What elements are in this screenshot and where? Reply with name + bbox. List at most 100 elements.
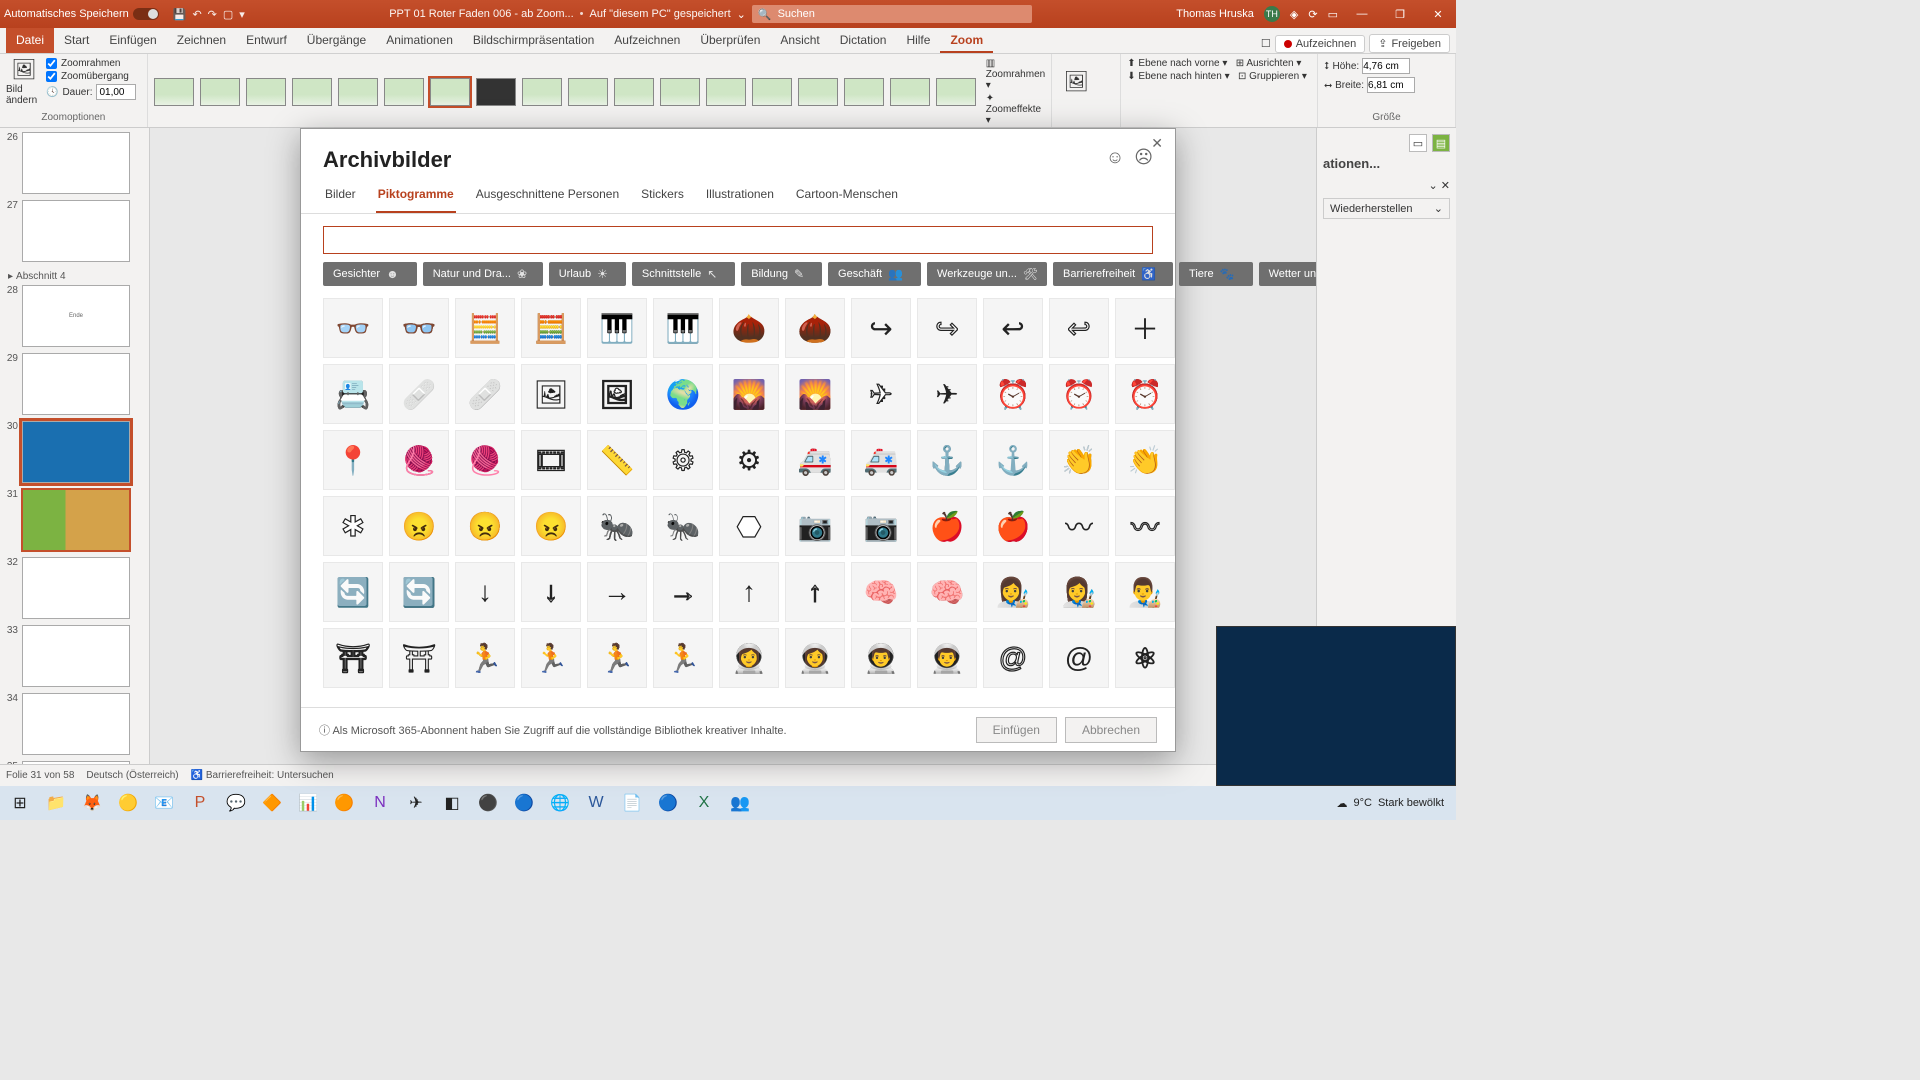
- pictogram-item[interactable]: 👩‍🎨: [983, 562, 1043, 622]
- send-backward[interactable]: ⬇ Ebene nach hinten ▾ ⊡ Gruppieren ▾: [1127, 71, 1307, 82]
- chevron-down-icon[interactable]: ⌄: [737, 8, 746, 21]
- pictogram-item[interactable]: 🖼: [587, 364, 647, 424]
- pictogram-item[interactable]: ⚙: [719, 430, 779, 490]
- pictogram-item[interactable]: ↩: [983, 298, 1043, 358]
- pictogram-item[interactable]: 📷: [785, 496, 845, 556]
- pictogram-item[interactable]: 〰: [1049, 496, 1109, 556]
- app-icon[interactable]: 🟠: [328, 789, 360, 817]
- chip[interactable]: Urlaub☀: [549, 262, 626, 286]
- autosave-toggle[interactable]: Automatisches Speichern: [4, 8, 159, 20]
- pictogram-item[interactable]: @: [1049, 628, 1109, 688]
- pictogram-item[interactable]: 🌄: [719, 364, 779, 424]
- alt-text-button[interactable]: 🖼: [1058, 58, 1094, 104]
- zoom-style[interactable]: [614, 78, 654, 106]
- pictogram-item[interactable]: ✈: [851, 364, 911, 424]
- chip[interactable]: Tiere🐾: [1179, 262, 1253, 286]
- zoom-style[interactable]: [706, 78, 746, 106]
- slide-thumb[interactable]: [22, 353, 130, 415]
- pictogram-item[interactable]: ✱: [323, 496, 383, 556]
- pictogram-item[interactable]: 🐜: [653, 496, 713, 556]
- pictogram-item[interactable]: 🏃: [455, 628, 515, 688]
- pictogram-item[interactable]: 🏃: [521, 628, 581, 688]
- pictogram-item[interactable]: 🧶: [389, 430, 449, 490]
- pictogram-item[interactable]: ⏰: [983, 364, 1043, 424]
- slide-thumbnail-panel[interactable]: 26 27 ▸ Abschnitt 4 28Ende 29 30 31 32 3…: [0, 128, 150, 764]
- pictogram-item[interactable]: @: [983, 628, 1043, 688]
- pictogram-item[interactable]: 🧮: [455, 298, 515, 358]
- sync-icon[interactable]: ⟳: [1308, 8, 1317, 21]
- change-picture-button[interactable]: 🖼 Bild ändern: [6, 58, 42, 104]
- redo-icon[interactable]: ↷: [208, 8, 217, 21]
- tab-piktogramme[interactable]: Piktogramme: [376, 179, 456, 213]
- pictogram-item[interactable]: 🏃: [587, 628, 647, 688]
- slide-thumb[interactable]: [22, 625, 130, 687]
- pictogram-item[interactable]: 🍎: [983, 496, 1043, 556]
- tab-transitions[interactable]: Übergänge: [297, 28, 376, 53]
- zoom-style[interactable]: [200, 78, 240, 106]
- slide-thumb[interactable]: [22, 557, 130, 619]
- pictogram-item[interactable]: ⚙: [653, 430, 713, 490]
- pictogram-item[interactable]: 📇: [323, 364, 383, 424]
- zoomframes-dd[interactable]: ▥ Zoomrahmen ▾: [986, 58, 1045, 91]
- outlook-icon[interactable]: 📧: [148, 789, 180, 817]
- pane-expand-icon[interactable]: ⌄: [1429, 180, 1438, 192]
- pictogram-item[interactable]: ↑: [785, 562, 845, 622]
- slide-thumb-selected[interactable]: [22, 489, 130, 551]
- vlc-icon[interactable]: 🔶: [256, 789, 288, 817]
- tab-dictation[interactable]: Dictation: [830, 28, 897, 53]
- pictogram-item[interactable]: 🧠: [917, 562, 977, 622]
- pictogram-item[interactable]: 🐜: [587, 496, 647, 556]
- pictogram-item[interactable]: ⚓: [983, 430, 1043, 490]
- pictogram-item[interactable]: 🩹: [455, 364, 515, 424]
- pictogram-item[interactable]: 👏: [1115, 430, 1175, 490]
- slide-counter[interactable]: Folie 31 von 58: [6, 770, 74, 781]
- pictogram-item[interactable]: ⏰: [1049, 364, 1109, 424]
- zoom-style[interactable]: [522, 78, 562, 106]
- chip[interactable]: Gesichter☻: [323, 262, 417, 286]
- pictogram-item[interactable]: ↪: [917, 298, 977, 358]
- explorer-icon[interactable]: 📁: [40, 789, 72, 817]
- chip[interactable]: Barrierefreiheit♿: [1053, 262, 1173, 286]
- pictogram-item[interactable]: 🖼: [521, 364, 581, 424]
- pictogram-item[interactable]: 🔄: [389, 562, 449, 622]
- icon-search-input[interactable]: [323, 226, 1153, 254]
- app-icon[interactable]: 💬: [220, 789, 252, 817]
- tab-record[interactable]: Aufzeichnen: [604, 28, 690, 53]
- zoom-style[interactable]: [338, 78, 378, 106]
- insert-button[interactable]: Einfügen: [976, 717, 1057, 743]
- pictogram-item[interactable]: 🌄: [785, 364, 845, 424]
- chip[interactable]: Werkzeuge un...🛠: [927, 262, 1047, 286]
- telegram-icon[interactable]: ✈: [400, 789, 432, 817]
- pictogram-item[interactable]: 🩹: [389, 364, 449, 424]
- pictogram-item[interactable]: ⚛: [1115, 628, 1175, 688]
- pane-tab2-icon[interactable]: ▤: [1432, 134, 1450, 152]
- pictogram-item[interactable]: 📏: [587, 430, 647, 490]
- pictogram-item[interactable]: 🚑: [851, 430, 911, 490]
- record-button[interactable]: Aufzeichnen: [1275, 35, 1366, 53]
- user-name[interactable]: Thomas Hruska: [1176, 8, 1254, 20]
- tab-slideshow[interactable]: Bildschirmpräsentation: [463, 28, 604, 53]
- more-icon[interactable]: ▾: [239, 8, 245, 21]
- chrome-icon[interactable]: 🟡: [112, 789, 144, 817]
- pictogram-item[interactable]: ⛩: [389, 628, 449, 688]
- pictogram-item[interactable]: 😠: [455, 496, 515, 556]
- pictogram-item[interactable]: ↑: [719, 562, 779, 622]
- present-icon[interactable]: ▢: [223, 8, 233, 21]
- onenote-icon[interactable]: N: [364, 789, 396, 817]
- pictogram-item[interactable]: 🌰: [719, 298, 779, 358]
- pictogram-item[interactable]: 😠: [389, 496, 449, 556]
- pictogram-item[interactable]: →: [653, 562, 713, 622]
- section-header[interactable]: ▸ Abschnitt 4: [2, 268, 147, 285]
- close-button[interactable]: ✕: [1424, 8, 1452, 21]
- tab-cartoon[interactable]: Cartoon-Menschen: [794, 179, 900, 213]
- tab-animations[interactable]: Animationen: [376, 28, 463, 53]
- window-icon[interactable]: ▭: [1328, 8, 1338, 21]
- pictogram-item[interactable]: 👓: [323, 298, 383, 358]
- pictogram-item[interactable]: 🎹: [587, 298, 647, 358]
- pictogram-item[interactable]: 📍: [323, 430, 383, 490]
- app-icon[interactable]: 🔵: [508, 789, 540, 817]
- pictogram-item[interactable]: 🏃: [653, 628, 713, 688]
- edge-icon[interactable]: 🔵: [652, 789, 684, 817]
- tab-review[interactable]: Überprüfen: [690, 28, 770, 53]
- pictogram-item[interactable]: 🍎: [917, 496, 977, 556]
